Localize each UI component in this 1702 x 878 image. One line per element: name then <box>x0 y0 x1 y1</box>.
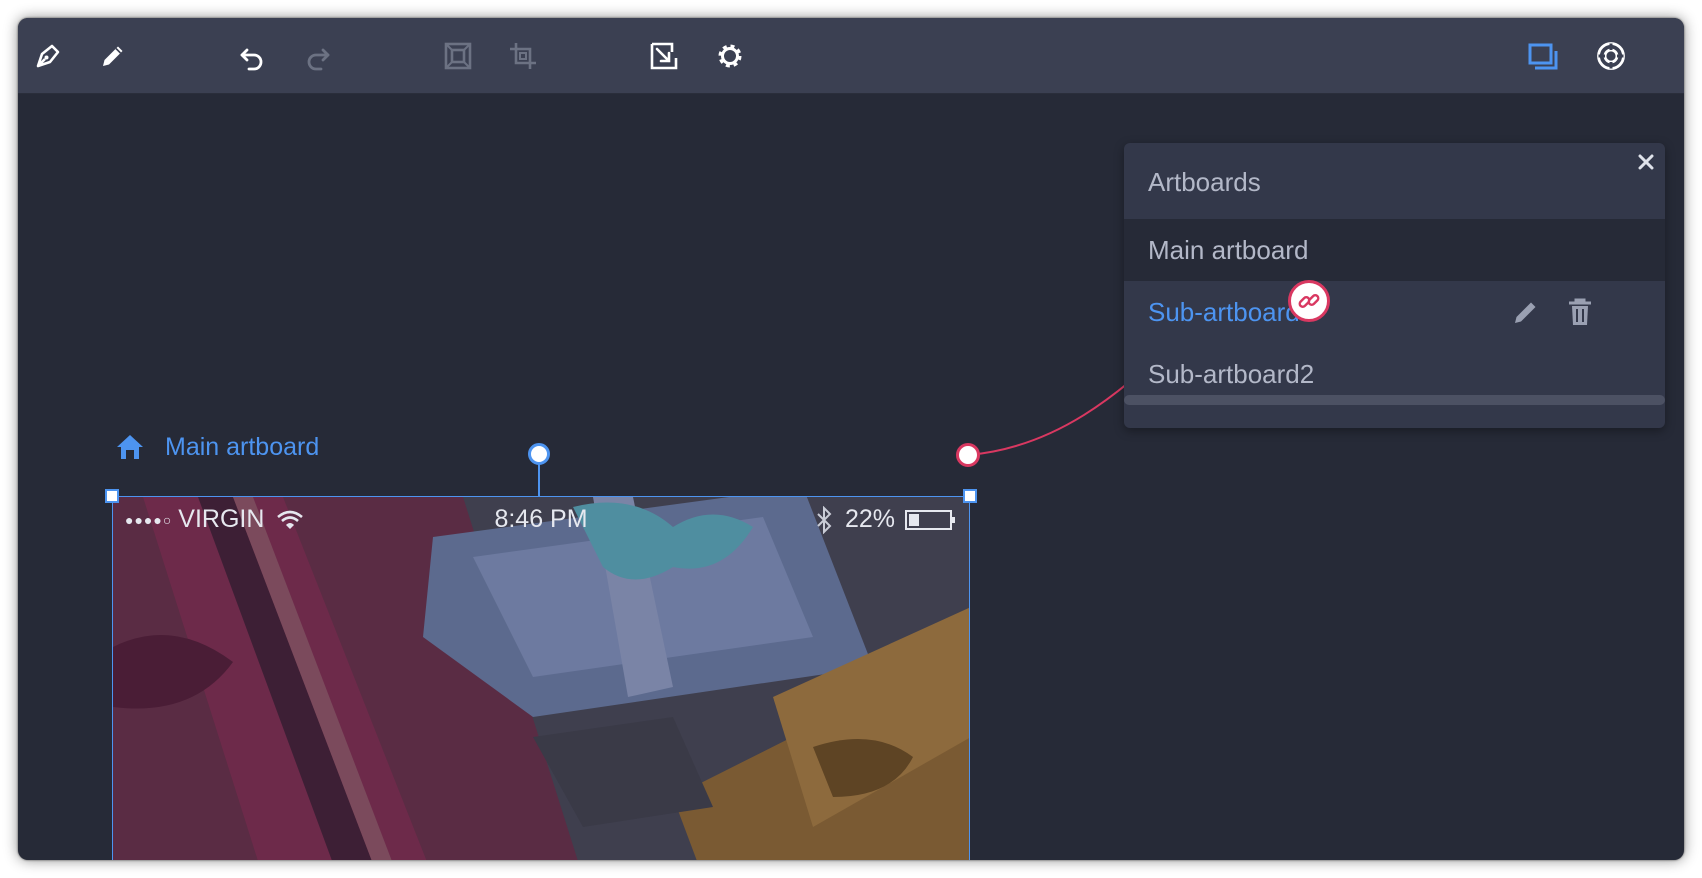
preview-icon[interactable] <box>1591 36 1631 76</box>
artboard-row-label: Main artboard <box>1148 235 1309 265</box>
artboard-label[interactable]: Main artboard <box>113 427 319 467</box>
artboards-panel: Artboards Main artboard Sub-artboard Sub… <box>1124 143 1665 428</box>
main-artboard[interactable]: ●●●●○ VIRGIN 8:46 PM 22% <box>112 496 970 860</box>
battery-icon <box>905 509 955 530</box>
artboard-background-image <box>113 497 969 860</box>
redo-icon[interactable] <box>298 36 338 76</box>
artboard-label-text: Main artboard <box>165 432 320 461</box>
edit-pencil-icon[interactable] <box>1510 296 1542 328</box>
bluetooth-icon <box>817 505 832 534</box>
artboards-icon[interactable] <box>1523 36 1563 76</box>
undo-icon[interactable] <box>232 36 272 76</box>
artboard-row-label: Sub-artboard <box>1148 297 1300 327</box>
app-window: Main artboard ●●●●○ VIRGIN 8:46 PM 22% A… <box>18 18 1684 860</box>
resize-handle-top-left[interactable] <box>105 489 119 503</box>
status-bar: ●●●●○ VIRGIN 8:46 PM 22% <box>113 497 969 541</box>
settings-gear-icon[interactable] <box>710 36 750 76</box>
resize-handle-top-right[interactable] <box>963 489 977 503</box>
pen-tool-icon[interactable] <box>28 36 68 76</box>
artboard-row-main[interactable]: Main artboard <box>1124 219 1665 281</box>
status-right: 22% <box>815 505 957 534</box>
rotation-handle[interactable] <box>528 443 550 465</box>
close-icon[interactable] <box>1633 149 1659 175</box>
artboard-row-sub[interactable]: Sub-artboard <box>1124 281 1665 343</box>
artboard-row-label: Sub-artboard2 <box>1148 359 1315 389</box>
battery-percent: 22% <box>844 505 895 533</box>
panel-scrollbar[interactable] <box>1124 395 1665 405</box>
artboards-panel-header: Artboards <box>1124 143 1665 219</box>
pencil-icon[interactable] <box>93 36 133 76</box>
crop-icon[interactable] <box>503 36 543 76</box>
link-icon[interactable] <box>1288 280 1330 322</box>
home-icon <box>117 435 143 459</box>
frame-icon[interactable] <box>438 36 478 76</box>
panel-title: Artboards <box>1148 167 1261 197</box>
trash-icon[interactable] <box>1564 296 1596 328</box>
resize-icon[interactable] <box>644 36 684 76</box>
toolbar <box>18 18 1684 94</box>
link-source-handle[interactable] <box>956 443 980 467</box>
canvas[interactable]: Main artboard ●●●●○ VIRGIN 8:46 PM 22% A… <box>18 94 1684 860</box>
